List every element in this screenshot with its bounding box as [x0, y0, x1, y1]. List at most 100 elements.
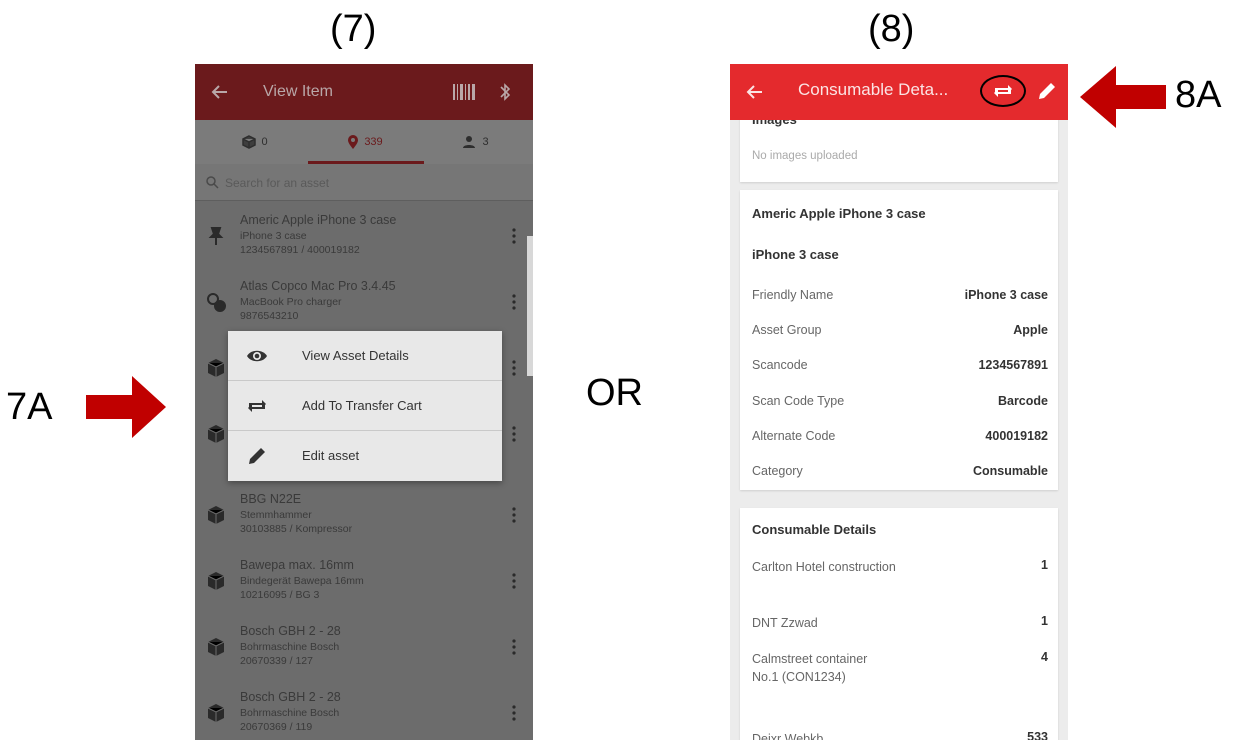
field-label: Scan Code Type	[752, 394, 845, 408]
location-row: Calmstreet container No.1 (CON1234) 4	[752, 650, 1048, 686]
field-value: 400019182	[985, 429, 1048, 443]
back-arrow-icon[interactable]	[211, 83, 229, 101]
transfer-icon[interactable]	[991, 79, 1015, 103]
location-quantity: 1	[1041, 614, 1048, 628]
box-icon	[207, 704, 225, 722]
field-value: Consumable	[972, 464, 1048, 478]
images-empty-text: No images uploaded	[752, 150, 858, 162]
eye-icon	[247, 350, 267, 362]
box-icon	[207, 506, 225, 524]
search-icon	[206, 176, 219, 189]
tab-assets[interactable]: 0	[215, 120, 295, 164]
item-codes: 20670339 / 127	[240, 655, 313, 667]
callout-8a-label: 8A	[1175, 74, 1222, 116]
field-scan-code-type: Scan Code Type Barcode	[752, 394, 1048, 414]
menu-item-edit-asset[interactable]: Edit asset	[228, 431, 502, 480]
location-label: Calmstreet container No.1 (CON1234)	[752, 652, 868, 684]
consumable-details-title: Consumable Details	[752, 522, 877, 537]
bluetooth-icon[interactable]	[498, 82, 512, 102]
location-row: Carlton Hotel construction 1	[752, 558, 1048, 576]
more-vertical-icon[interactable]	[507, 636, 521, 658]
menu-item-label: Edit asset	[302, 448, 360, 463]
menu-item-label: View Asset Details	[302, 348, 409, 363]
item-codes: 30103885 / Kompressor	[240, 523, 353, 535]
item-name: Bosch GBH 2 - 28	[240, 690, 341, 704]
box-icon	[207, 425, 225, 443]
item-name: Americ Apple iPhone 3 case	[240, 213, 397, 227]
location-pin-icon	[348, 135, 359, 149]
search-input[interactable]	[223, 172, 477, 194]
location-quantity: 4	[1041, 650, 1048, 664]
menu-item-view-asset-details[interactable]: View Asset Details	[228, 331, 502, 381]
pencil-icon[interactable]	[1035, 79, 1059, 103]
box-icon	[207, 638, 225, 656]
field-label: Category	[752, 464, 803, 478]
callout-7a-arrow-icon	[86, 376, 166, 438]
item-description: Bindegerät Bawepa 16mm	[240, 575, 364, 587]
tab-locations-count: 339	[364, 136, 383, 148]
location-quantity: 533	[1027, 730, 1048, 740]
scrollbar[interactable]	[527, 236, 533, 376]
or-separator: OR	[586, 372, 643, 414]
pin-icon	[208, 227, 224, 245]
list-item[interactable]: BBG N22E Stemmhammer 30103885 / Kompress…	[195, 482, 533, 548]
item-description: Stemmhammer	[240, 509, 312, 521]
item-codes: 1234567891 / 400019182	[240, 244, 360, 256]
item-description: iPhone 3 case	[240, 230, 307, 242]
pencil-icon	[249, 448, 265, 464]
item-name: Bosch GBH 2 - 28	[240, 624, 341, 638]
back-arrow-icon[interactable]	[746, 83, 764, 101]
field-value: 1234567891	[978, 358, 1048, 372]
menu-item-add-to-transfer-cart[interactable]: Add To Transfer Cart	[228, 381, 502, 431]
field-label: Scancode	[752, 358, 808, 372]
context-menu: View Asset Details Add To Transfer Cart …	[228, 331, 502, 481]
list-item[interactable]: Atlas Copco Mac Pro 3.4.45 MacBook Pro c…	[195, 269, 533, 335]
field-value: iPhone 3 case	[964, 288, 1048, 302]
asset-details-card: Americ Apple iPhone 3 case iPhone 3 case…	[740, 190, 1058, 490]
item-description: Bohrmaschine Bosch	[240, 707, 340, 719]
page-title: View Item	[263, 83, 333, 100]
users-icon	[463, 136, 476, 148]
item-name: Atlas Copco Mac Pro 3.4.45	[240, 279, 396, 293]
box-icon	[207, 359, 225, 377]
tab-users[interactable]: 3	[435, 120, 515, 164]
item-name: Bawepa max. 16mm	[240, 558, 354, 572]
more-vertical-icon[interactable]	[507, 504, 521, 526]
callout-8a-arrow-icon	[1080, 66, 1166, 128]
location-label: DNT Zzwad	[752, 616, 818, 630]
location-quantity: 1	[1041, 558, 1048, 572]
menu-item-label: Add To Transfer Cart	[302, 398, 422, 413]
asset-subtitle: iPhone 3 case	[752, 247, 839, 262]
app-bar: Consumable Deta...	[730, 64, 1068, 120]
phone-screen-8: Consumable Deta... Images No images uplo…	[730, 64, 1068, 740]
panel-7-label: (7)	[330, 8, 377, 50]
location-label: Carlton Hotel construction	[752, 560, 896, 574]
list-item[interactable]: Bawepa max. 16mm Bindegerät Bawepa 16mm …	[195, 548, 533, 614]
item-codes: 9876543210	[240, 310, 299, 322]
consumable-details-card: Consumable Details Carlton Hotel constru…	[740, 508, 1058, 740]
more-vertical-icon[interactable]	[507, 570, 521, 592]
list-item[interactable]: Bosch GBH 2 - 28 Bohrmaschine Bosch 2067…	[195, 680, 533, 740]
item-description: Bohrmaschine Bosch	[240, 641, 340, 653]
tools-icon	[207, 293, 226, 312]
field-label: Asset Group	[752, 323, 822, 337]
item-description: MacBook Pro charger	[240, 296, 342, 308]
more-vertical-icon[interactable]	[507, 291, 521, 313]
list-item[interactable]: Bosch GBH 2 - 28 Bohrmaschine Bosch 2067…	[195, 614, 533, 680]
more-vertical-icon[interactable]	[507, 702, 521, 724]
item-codes: 20670369 / 119	[240, 721, 313, 733]
field-alternate-code: Alternate Code 400019182	[752, 429, 1048, 449]
more-vertical-icon[interactable]	[507, 357, 521, 379]
more-vertical-icon[interactable]	[507, 423, 521, 445]
list-item[interactable]: Americ Apple iPhone 3 case iPhone 3 case…	[195, 203, 533, 269]
barcode-icon[interactable]	[452, 83, 476, 101]
app-bar: View Item	[195, 64, 533, 120]
item-name: BBG N22E	[240, 492, 302, 506]
asset-name: Americ Apple iPhone 3 case	[752, 206, 926, 221]
callout-7a-label: 7A	[6, 386, 53, 428]
field-asset-group: Asset Group Apple	[752, 323, 1048, 343]
tab-locations[interactable]: 339	[315, 120, 415, 164]
more-vertical-icon[interactable]	[507, 225, 521, 247]
location-label: Deixr Webkb	[752, 732, 824, 740]
phone-screen-7: View Item 0 339 3 Search for an asset Am…	[195, 64, 533, 740]
